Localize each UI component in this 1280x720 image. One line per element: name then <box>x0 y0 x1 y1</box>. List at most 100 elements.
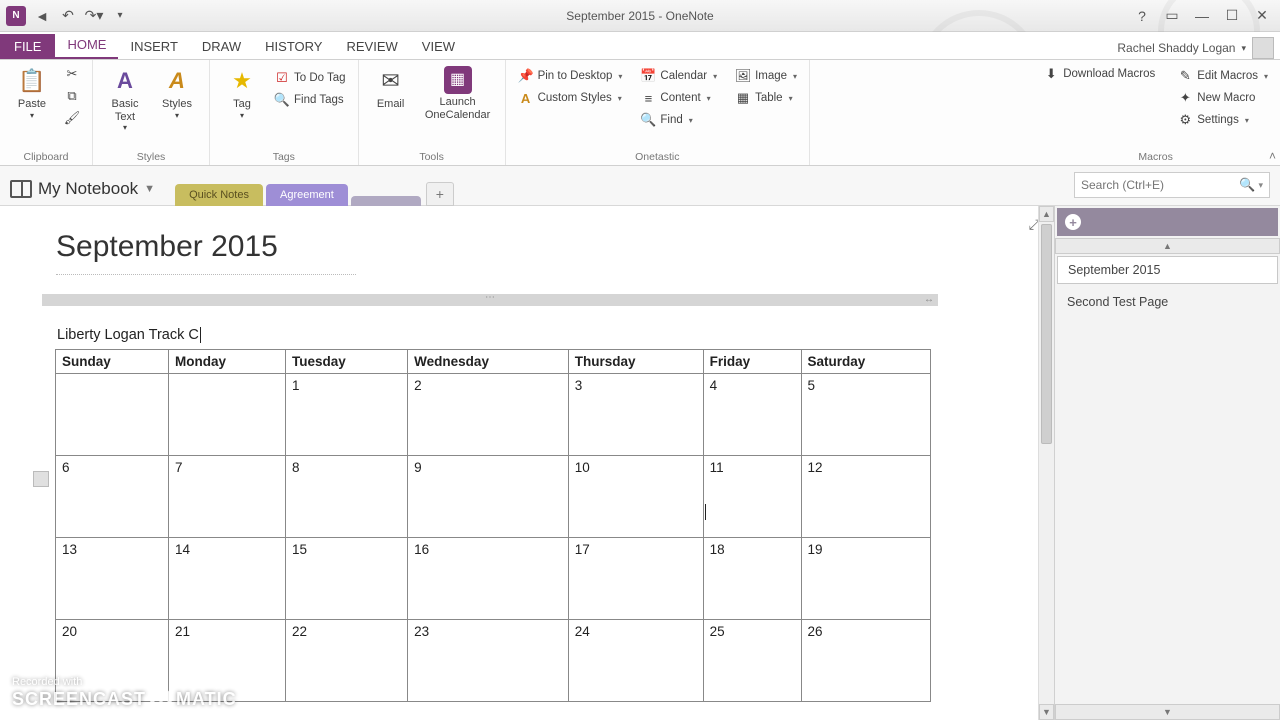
find-button[interactable]: 🔍Find <box>636 110 721 130</box>
tab-review[interactable]: REVIEW <box>334 34 409 59</box>
pagepane-scroll-up[interactable]: ▲ <box>1055 238 1280 254</box>
search-input[interactable] <box>1081 178 1239 192</box>
calendar-cell[interactable]: 11 <box>703 456 801 538</box>
calendar-cell[interactable]: 17 <box>568 538 703 620</box>
pin-desktop-button[interactable]: 📌Pin to Desktop <box>514 66 627 86</box>
styles-button[interactable]: A Styles ▾ <box>153 64 201 122</box>
search-icon[interactable]: 🔍 <box>1239 177 1255 193</box>
todo-tag-button[interactable]: ☑To Do Tag <box>270 68 350 88</box>
copy-button[interactable]: ⧉ <box>60 86 84 106</box>
launch-onecalendar-button[interactable]: ▦ Launch OneCalendar <box>419 64 497 123</box>
calendar-caption[interactable]: Liberty Logan Track C <box>55 327 925 343</box>
avatar[interactable] <box>1252 37 1274 59</box>
custom-styles-button[interactable]: ACustom Styles <box>514 88 627 108</box>
format-painter-button[interactable]: 🖌 <box>60 108 84 128</box>
undo-icon[interactable]: ↶ <box>58 6 78 26</box>
calendar-cell[interactable]: 1 <box>286 374 408 456</box>
tag-icon: ★ <box>227 66 257 96</box>
new-macro-button[interactable]: ✦New Macro <box>1173 88 1272 108</box>
calendar-cell[interactable]: 9 <box>408 456 569 538</box>
calendar-cell[interactable]: 4 <box>703 374 801 456</box>
close-icon[interactable]: ✕ <box>1252 6 1272 26</box>
tag-button[interactable]: ★ Tag ▾ <box>218 64 266 122</box>
tab-file[interactable]: FILE <box>0 34 55 59</box>
note-container[interactable]: Liberty Logan Track C SundayMondayTuesda… <box>42 294 938 715</box>
calendar-cell[interactable]: 12 <box>801 456 931 538</box>
calendar-cell[interactable]: 20 <box>56 620 169 702</box>
cut-button[interactable]: ✂ <box>60 64 84 84</box>
calendar-cell[interactable]: 19 <box>801 538 931 620</box>
redo-icon[interactable]: ↷▾ <box>84 6 104 26</box>
calendar-cell[interactable]: 24 <box>568 620 703 702</box>
calendar-cell[interactable] <box>56 374 169 456</box>
edit-macros-button[interactable]: ✎Edit Macros <box>1173 66 1272 86</box>
calendar-cell[interactable]: 23 <box>408 620 569 702</box>
page-scrollbar[interactable]: ▲ ▼ <box>1038 206 1054 720</box>
collapse-ribbon-icon[interactable]: ˄ <box>1269 149 1276 163</box>
tab-history[interactable]: HISTORY <box>253 34 334 59</box>
notebook-bar: My Notebook ▼ Quick Notes Agreement + 🔍 … <box>0 166 1280 206</box>
calendar-cell[interactable]: 7 <box>168 456 285 538</box>
calendar-cell[interactable]: 26 <box>801 620 931 702</box>
search-box[interactable]: 🔍 ▾ <box>1074 172 1270 198</box>
scroll-up-icon[interactable]: ▲ <box>1039 206 1054 222</box>
calendar-cell[interactable]: 8 <box>286 456 408 538</box>
user-menu-icon[interactable]: ▾ <box>1241 43 1246 54</box>
calendar-cell[interactable]: 14 <box>168 538 285 620</box>
section-tab-2[interactable] <box>351 196 421 206</box>
calendar-cell[interactable]: 25 <box>703 620 801 702</box>
maximize-icon[interactable]: ☐ <box>1222 6 1242 26</box>
add-section-button[interactable]: + <box>426 182 454 206</box>
note-drag-handle[interactable] <box>42 294 938 306</box>
calendar-cell[interactable]: 22 <box>286 620 408 702</box>
basic-text-button[interactable]: A Basic Text ▾ <box>101 64 149 134</box>
calendar-cell[interactable]: 21 <box>168 620 285 702</box>
scroll-thumb[interactable] <box>1041 224 1052 444</box>
page-canvas[interactable]: ⤢ September 2015 Liberty Logan Track C S… <box>0 206 1054 720</box>
tab-view[interactable]: VIEW <box>410 34 467 59</box>
table-button[interactable]: ▦Table <box>731 88 801 108</box>
page-item-0[interactable]: September 2015 <box>1057 256 1278 284</box>
scroll-down-icon[interactable]: ▼ <box>1039 704 1054 720</box>
painter-icon: 🖌 <box>64 110 80 126</box>
paste-button[interactable]: 📋 Paste ▾ <box>8 64 56 122</box>
content-button[interactable]: ≡Content <box>636 88 721 108</box>
settings-button[interactable]: ⚙Settings <box>1173 110 1272 130</box>
calendar-cell[interactable]: 5 <box>801 374 931 456</box>
page-item-1[interactable]: Second Test Page <box>1057 288 1278 316</box>
calendar-cell[interactable]: 13 <box>56 538 169 620</box>
calendar-button[interactable]: 📅Calendar <box>636 66 721 86</box>
calendar-cell[interactable]: 16 <box>408 538 569 620</box>
day-header: Friday <box>703 350 801 374</box>
calendar-table[interactable]: SundayMondayTuesdayWednesdayThursdayFrid… <box>55 349 931 702</box>
back-icon[interactable]: ◄ <box>32 6 52 26</box>
section-tab-0[interactable]: Quick Notes <box>175 184 263 206</box>
section-tab-1[interactable]: Agreement <box>266 184 348 206</box>
minimize-icon[interactable]: — <box>1192 6 1212 26</box>
calendar-cell[interactable]: 18 <box>703 538 801 620</box>
calendar-cell[interactable]: 10 <box>568 456 703 538</box>
calendar-cell[interactable]: 2 <box>408 374 569 456</box>
ribbon-opts-icon[interactable]: ▭ <box>1162 6 1182 26</box>
tab-draw[interactable]: DRAW <box>190 34 253 59</box>
add-page-button[interactable]: + <box>1057 208 1278 236</box>
user-name[interactable]: Rachel Shaddy Logan <box>1117 41 1235 55</box>
help-icon[interactable]: ? <box>1132 6 1152 26</box>
app-icon[interactable]: N <box>6 6 26 26</box>
calendar-cell[interactable]: 3 <box>568 374 703 456</box>
download-macros-button[interactable]: ⬇Download Macros <box>1039 64 1159 84</box>
qat-more-icon[interactable]: ▾ <box>110 6 130 26</box>
image-button[interactable]: 🖼Image <box>731 66 801 86</box>
calendar-cell[interactable] <box>168 374 285 456</box>
tab-insert[interactable]: INSERT <box>118 34 189 59</box>
calendar-cell[interactable]: 15 <box>286 538 408 620</box>
find-tags-button[interactable]: 🔍Find Tags <box>270 90 350 110</box>
tab-home[interactable]: HOME <box>55 32 118 59</box>
page-title[interactable]: September 2015 <box>56 230 278 264</box>
notebook-selector[interactable]: My Notebook ▼ <box>10 179 155 205</box>
search-scope-icon[interactable]: ▾ <box>1258 180 1263 191</box>
row-handle[interactable] <box>33 471 49 487</box>
pagepane-scroll-down[interactable]: ▼ <box>1055 704 1280 720</box>
calendar-cell[interactable]: 6 <box>56 456 169 538</box>
email-button[interactable]: ✉ Email <box>367 64 415 113</box>
